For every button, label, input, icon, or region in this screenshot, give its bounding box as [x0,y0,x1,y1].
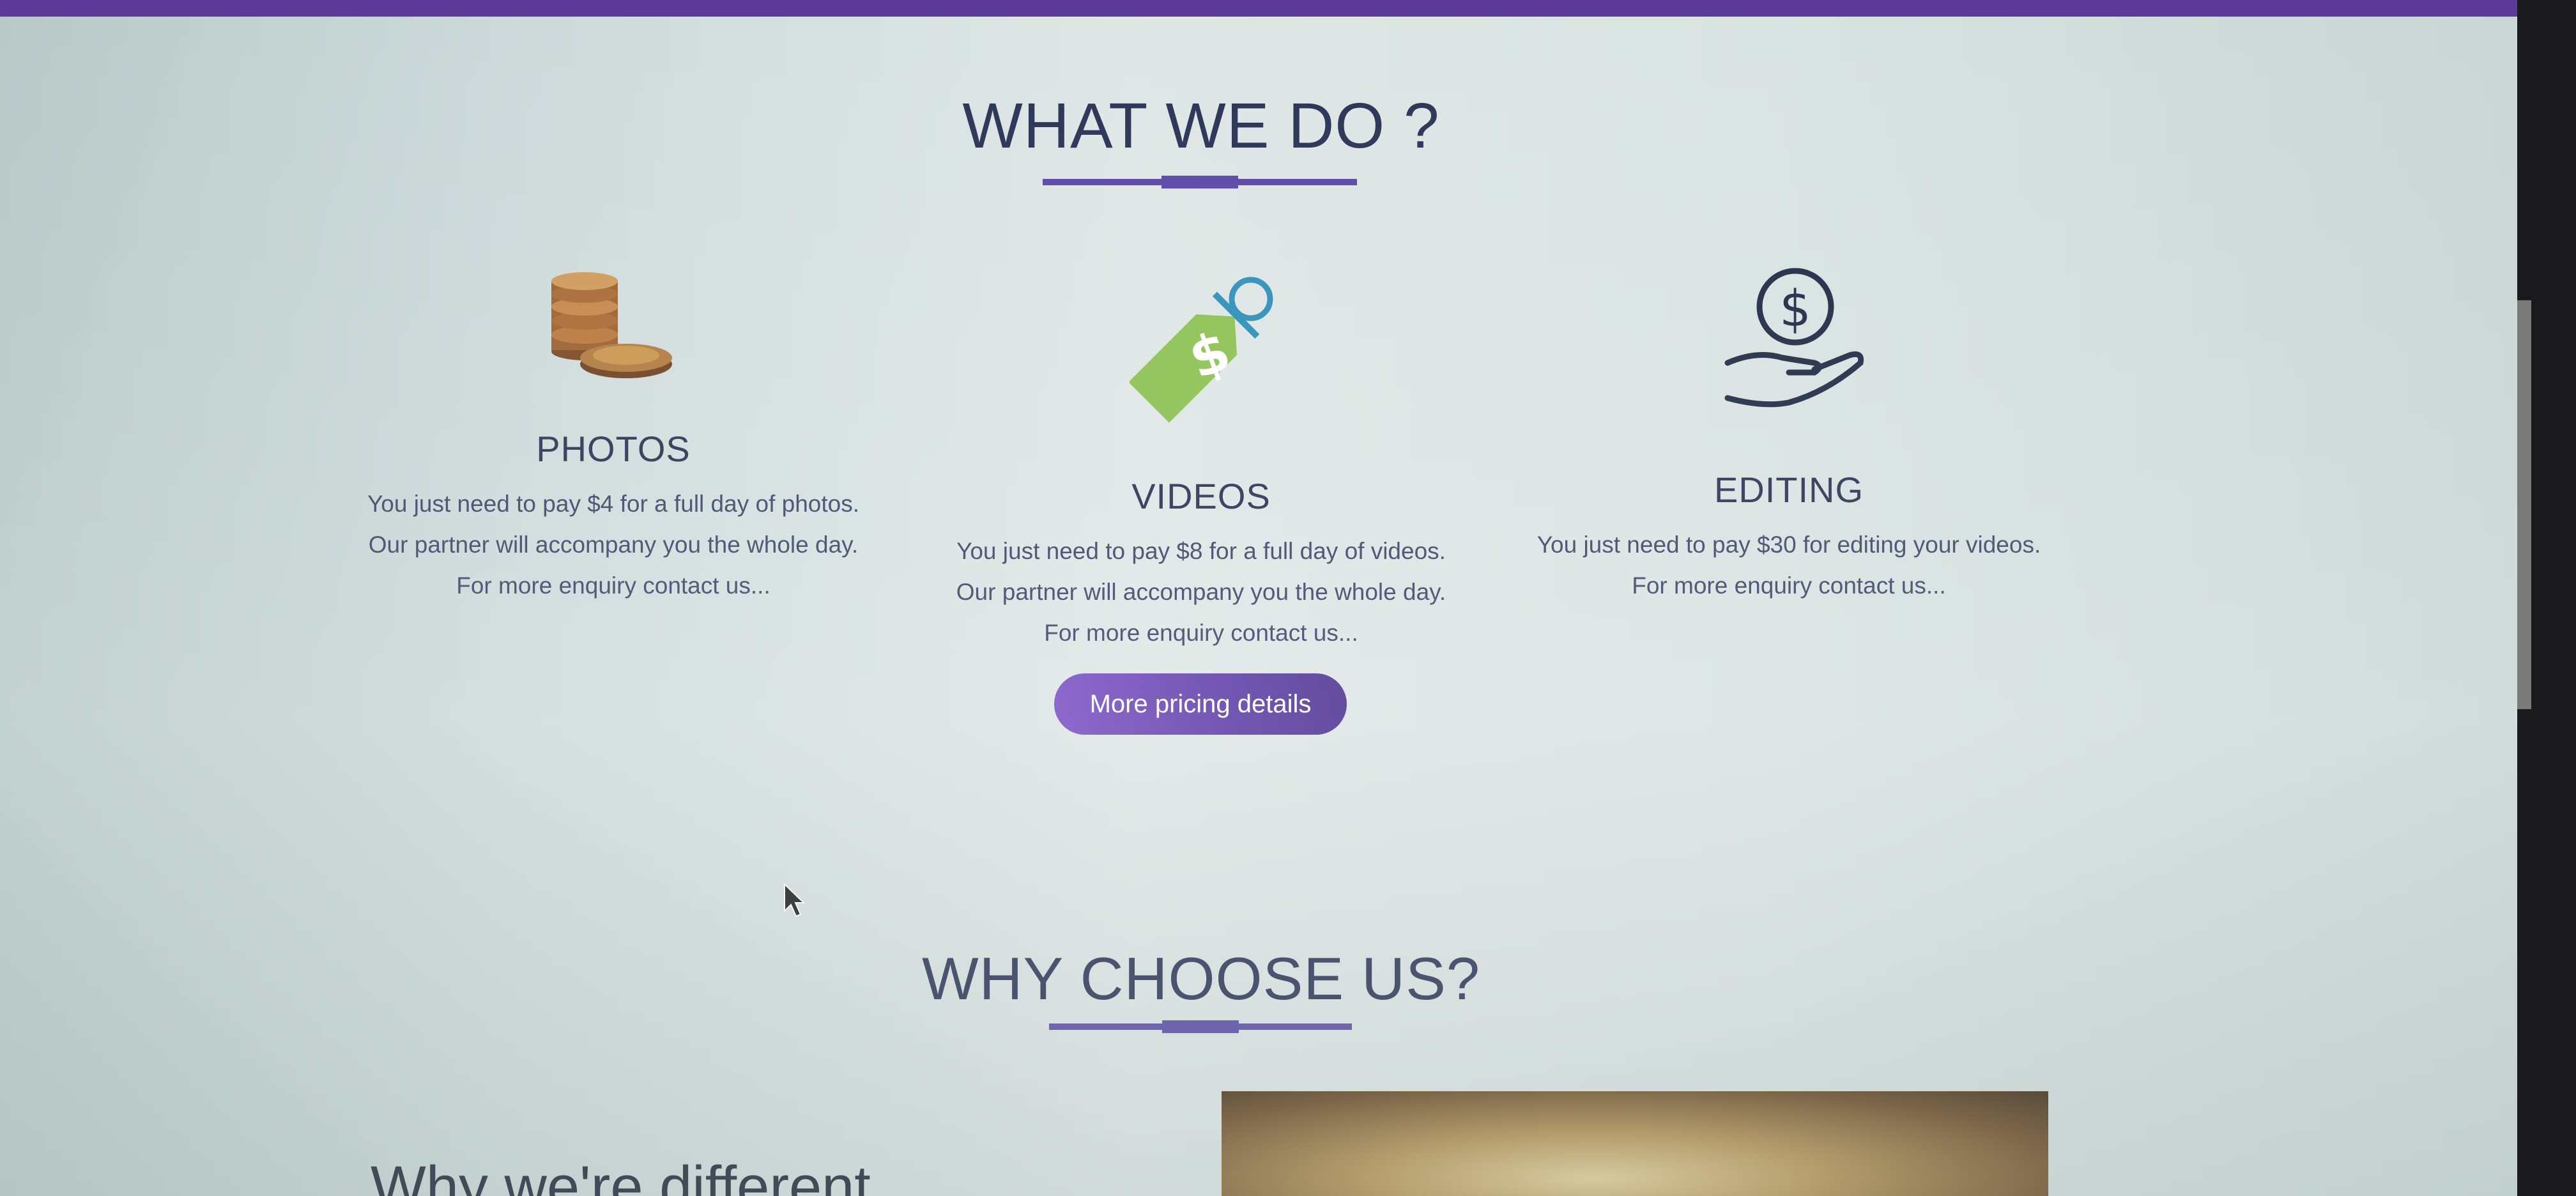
why-choose-us-underline [1049,1020,1352,1033]
more-pricing-details-button[interactable]: More pricing details [1054,673,1347,735]
why-different-heading: Why we're different [371,1154,871,1196]
page-screen: WHAT WE DO ? $ $ PHOTOS You just need to… [0,0,2517,1196]
service-desc-line: Our partner will accompany you the whole… [368,532,859,558]
service-editing: EDITING You just need to pay $30 for edi… [1508,469,2070,606]
top-nav-bar [0,0,2517,17]
service-title: EDITING [1713,470,1864,510]
service-desc-line: Our partner will accompany you the whole… [956,579,1446,605]
mouse-cursor-icon [784,883,805,917]
service-desc-line: You just need to pay $30 for editing you… [1537,532,2041,558]
scrollbar-thumb[interactable] [2517,300,2531,709]
service-desc-line: For more enquiry contact us... [1044,620,1358,646]
hand-dollar-icon: $ [1724,268,1864,408]
service-desc-line: You just need to pay $4 for a full day o… [367,491,859,517]
why-choose-us-title: WHY CHOOSE US? [921,945,1481,1012]
service-title: PHOTOS [536,429,691,469]
service-desc-line: You just need to pay $8 for a full day o… [956,538,1446,564]
service-desc-line: For more enquiry contact us... [456,572,770,599]
service-title: VIDEOS [1131,476,1271,516]
service-videos: VIDEOS You just need to pay $8 for a ful… [920,475,1482,654]
what-we-do-underline [1043,176,1357,188]
service-photos: PHOTOS You just need to pay $4 for a ful… [332,428,894,606]
screen-bezel [2517,0,2576,1196]
what-we-do-title: WHAT WE DO ? [962,90,1440,162]
section-image [1222,1091,2048,1196]
price-tag-icon: $ [1130,277,1273,423]
service-desc-line: For more enquiry contact us... [1632,572,1946,599]
svg-text:$: $ [1779,280,1811,338]
coins-icon [551,272,672,378]
